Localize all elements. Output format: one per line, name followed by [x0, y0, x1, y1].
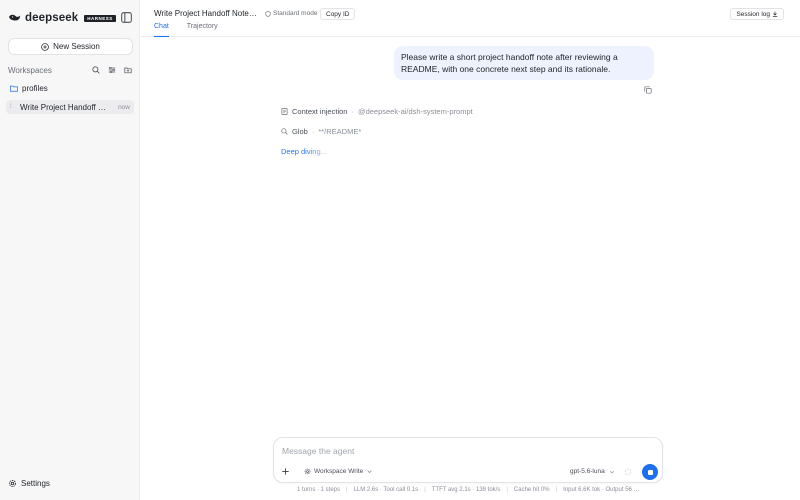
sidebar: deepseek HARNESS New Session Workspaces: [0, 0, 140, 500]
session-log-label: Session log: [736, 10, 770, 18]
sidebar-toggle-icon[interactable]: [121, 12, 132, 23]
chevron-down-icon: [367, 470, 372, 474]
tab-chat[interactable]: Chat: [154, 23, 169, 37]
search-icon[interactable]: [92, 66, 100, 74]
folder-icon: [10, 85, 18, 92]
settings-label: Settings: [21, 479, 50, 488]
session-header: Write Project Handoff Note with… Standar…: [141, 0, 800, 37]
download-icon: [772, 11, 778, 17]
brand-badge: HARNESS: [84, 14, 116, 22]
shield-icon: [265, 10, 271, 17]
attach-plus-icon[interactable]: [281, 467, 290, 476]
tool-call-context-injection[interactable]: Context injection · @deepseek-ai/dsh-sys…: [281, 107, 473, 116]
brand-logo[interactable]: deepseek HARNESS: [8, 10, 116, 26]
settings-button[interactable]: Settings: [8, 479, 50, 488]
tool-call-name: Glob: [292, 127, 308, 136]
stop-icon: [647, 469, 653, 475]
message-composer: Workspace Write gpt-5.6-luna: [273, 437, 663, 483]
session-title: Write Project Handoff Note with: [20, 102, 106, 112]
tool-call-separator: ·: [311, 127, 315, 136]
stat-turns: 1 turns · 1 steps: [297, 487, 341, 493]
copy-icon[interactable]: [644, 86, 652, 94]
loading-spinner-icon: [624, 468, 632, 476]
session-list-item[interactable]: ⁞ Write Project Handoff Note with now: [6, 100, 134, 114]
tool-call-glob[interactable]: Glob · **/README*: [281, 127, 361, 136]
model-select[interactable]: gpt-5.6-luna: [570, 468, 615, 475]
chevron-down-icon: [609, 470, 614, 473]
stats-divider: |: [346, 487, 348, 493]
permission-label: Workspace Write: [314, 468, 364, 475]
mode-indicator: Standard mode: [265, 10, 317, 17]
session-time: now: [118, 103, 130, 111]
tool-call-argument: **/README*: [318, 127, 362, 136]
session-log-button[interactable]: Session log: [730, 8, 784, 20]
mode-label: Standard mode: [273, 10, 318, 17]
gear-icon: [304, 468, 311, 475]
user-message-bubble: Please write a short project handoff not…: [394, 46, 654, 80]
message-input[interactable]: [282, 444, 652, 457]
stat-cache: Cache hit 0%: [513, 487, 550, 493]
new-session-label: New Session: [53, 42, 100, 51]
gear-icon: [9, 480, 16, 487]
workspace-folder[interactable]: profiles: [10, 84, 48, 93]
stat-ttft: TTFT avg 2.1s · 138 tok/s: [431, 487, 501, 493]
permission-select[interactable]: Workspace Write: [304, 468, 373, 475]
filter-icon[interactable]: [108, 66, 116, 74]
document-icon: [281, 108, 288, 115]
folder-label: profiles: [22, 84, 48, 93]
usage-stats-bar: 1 turns · 1 steps | LLM 2.6s · Tool call…: [297, 487, 640, 493]
view-tabs: Chat Trajectory: [154, 23, 218, 37]
stats-divider: |: [506, 487, 508, 493]
stats-divider: |: [424, 487, 426, 493]
tool-call-name: Context injection: [292, 107, 348, 116]
agent-status-text: Deep diving...: [281, 147, 327, 156]
new-session-button[interactable]: New Session: [8, 38, 133, 55]
workspaces-title: Workspaces: [8, 65, 52, 75]
stat-tokens: Input 6.6K tok · Output 56 …: [563, 487, 640, 493]
brand-name: deepseek: [25, 12, 79, 24]
workspaces-header: Workspaces: [8, 64, 132, 76]
whale-logo-icon: [9, 14, 21, 21]
copy-id-button[interactable]: Copy ID: [320, 8, 356, 20]
stat-timing: LLM 2.6s · Tool call 0.1s: [353, 487, 419, 493]
session-status-indicator: ⁞: [10, 104, 12, 110]
model-label: gpt-5.6-luna: [570, 468, 605, 475]
tool-call-separator: ·: [351, 107, 354, 116]
search-icon: [281, 128, 288, 135]
new-folder-icon[interactable]: [124, 66, 132, 74]
tab-trajectory[interactable]: Trajectory: [187, 23, 218, 37]
session-header-title: Write Project Handoff Note with…: [154, 9, 257, 18]
stop-generation-button[interactable]: [642, 464, 658, 480]
plus-circle-icon: [41, 42, 49, 51]
tool-call-argument: @deepseek-ai/dsh-system-prompt: [357, 107, 473, 116]
stats-divider: |: [555, 487, 558, 493]
